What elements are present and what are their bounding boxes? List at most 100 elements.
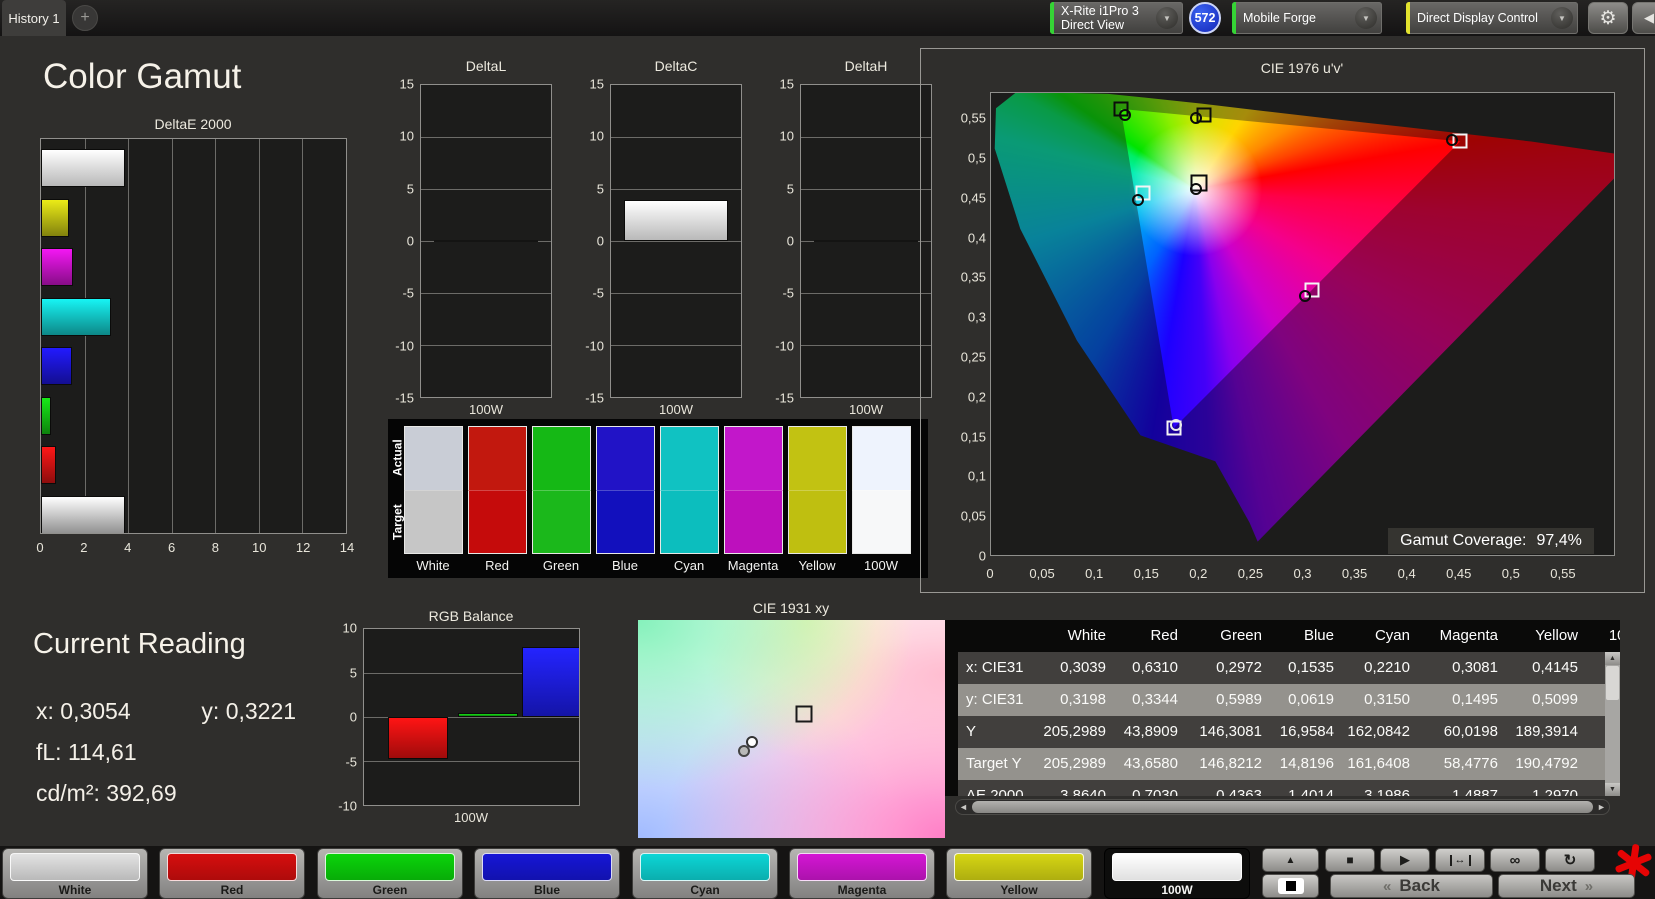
swatch-actual-cyan [660,426,719,490]
deltac-x-label: 100W [659,402,693,417]
rgb-balance-chart-title: RGB Balance [428,608,514,624]
y-tick-label: 0,1 [967,468,986,484]
pattern-tile-blue[interactable]: Blue [474,848,620,899]
x-tick-label: 0,4 [1397,566,1416,581]
row-label: Target Y [966,755,1022,772]
x-tick-label: 6 [167,540,176,555]
reading-cd-line: cd/m²: 392,69 [36,780,177,807]
single-measure-button[interactable]: ↔ [1435,848,1485,872]
x-tick-label: 0,05 [1029,566,1055,581]
gridline [611,241,741,242]
meter-label: Direct Display Control [1417,11,1538,25]
pattern-tile-100w[interactable]: 100W [1104,848,1250,899]
gridline [171,139,173,533]
row-label: ΔE 2000 [966,787,1024,796]
gridline [611,137,741,138]
stop-button[interactable]: ■ [1325,848,1375,872]
y-tick-label: 10 [589,128,604,144]
horizontal-scroll-thumb[interactable] [972,801,1593,813]
pattern-window-button[interactable] [1262,874,1319,898]
meter-dropdown-1[interactable]: Mobile Forge ▼ [1232,2,1382,34]
deltae2000-chart-title: DeltaE 2000 [154,116,232,132]
table-cell: 58,4776 [1443,755,1498,772]
pattern-tile-yellow[interactable]: Yellow [946,848,1092,899]
cie1976-x-axis: 0 0,05 0,1 0,15 0,2 0,25 0,3 0,35 0,4 0,45 0,5 0,55 [986,566,1615,582]
delta-bar [434,240,538,242]
table-cell: 0,3081 [1452,659,1498,676]
actual-target-swatch-strip: Actual Target White Red Green Blue Cyan Magen… [388,419,928,578]
y-tick-label: -15 [395,390,414,406]
measured-marker-cyan [1131,193,1144,206]
de-bar-magenta [41,248,74,286]
vertical-scroll-thumb[interactable] [1606,666,1619,700]
y-tick-label: 0,15 [960,429,986,445]
meter-dropdown-0[interactable]: X-Rite i1Pro 3 Direct View ▼ [1050,2,1183,34]
table-cell: 205,2989 [1043,723,1106,740]
table-cell: 43,6580 [1123,755,1178,772]
chevron-down-icon[interactable]: ▼ [1355,7,1377,29]
table-cell: 1,4887 [1452,787,1498,796]
swatch-actual-magenta [724,426,783,490]
add-tab-button[interactable]: + [72,5,98,31]
pattern-tile-label: 100W [1161,883,1193,897]
table-cell: 0,3198 [1060,691,1106,708]
chevron-down-icon[interactable]: ▼ [1156,7,1178,29]
swatch-target-blue [596,490,655,554]
scroll-left-button[interactable]: ◄ [956,800,971,814]
pattern-color-patch [954,853,1084,881]
column-header-Red: Red [1150,627,1178,644]
pattern-color-patch [640,853,770,881]
x-tick-label: 4 [124,540,132,555]
pattern-tile-red[interactable]: Red [159,848,305,899]
rgb-balance-x-label: 100W [454,810,488,825]
pattern-list-up-button[interactable]: ▲ [1262,848,1319,872]
pattern-tile-cyan[interactable]: Cyan [632,848,778,899]
collapse-panel-button[interactable]: ◀ [1632,2,1655,34]
y-tick-label: 15 [779,76,794,92]
row-label: Y [966,723,977,740]
table-cell: 0,2972 [1216,659,1262,676]
deltal-x-label: 100W [469,402,503,417]
table-vertical-scrollbar[interactable]: ▲ ▼ [1605,652,1620,796]
play-icon: ▶ [1400,852,1410,867]
table-row-y: CIE31: y: CIE31 0,3198 0,3344 0,5989 0,0619 0,3150 0,… [958,684,1620,716]
measured-marker-green [1118,108,1131,121]
scroll-down-button[interactable]: ▼ [1605,783,1620,796]
table-horizontal-scrollbar[interactable]: ◄ ► [955,799,1610,815]
table-cell: 190,4792 [1515,755,1578,772]
pattern-tile-green[interactable]: Green [317,848,463,899]
gridline [258,139,260,533]
reading-cd-label: cd/m²: [36,780,100,806]
pattern-tile-magenta[interactable]: Magenta [789,848,935,899]
swatch-label: Green [542,558,580,573]
continuous-measure-button[interactable]: ∞ [1490,848,1540,872]
target-row-label: Target [390,504,405,540]
pattern-tile-white[interactable]: White [2,848,148,899]
pattern-color-patch [797,853,927,881]
x-tick-label: 0,55 [1550,566,1576,581]
chevron-down-icon[interactable]: ▼ [1551,7,1573,29]
table-cell: 0,3150 [1364,691,1410,708]
tab-history-1[interactable]: History 1 [2,0,66,36]
reading-xy-line: x: 0,3054 y: 0,3221 [36,698,296,725]
meter-dropdown-2[interactable]: Direct Display Control ▼ [1406,2,1578,34]
column-header-Green: Green [1220,627,1262,644]
swatch-label: Red [485,558,509,573]
stop-icon: ■ [1346,853,1354,867]
refresh-button[interactable]: ↻ [1545,848,1595,872]
scroll-right-button[interactable]: ► [1594,800,1609,814]
column-header-Blue: Blue [1303,627,1334,644]
settings-button[interactable]: ⚙ [1588,2,1628,34]
swatch-label: Blue [611,558,639,573]
play-button[interactable]: ▶ [1380,848,1430,872]
next-button[interactable]: Next » [1498,874,1635,898]
y-tick-label: 0,3 [967,309,986,325]
meter-status-strip [1232,2,1236,34]
current-reading-title: Current Reading [33,628,246,660]
table-header-row: White Red Green Blue Cyan Magenta Yellow 100W [945,620,1620,652]
x-tick-label: 0,3 [1293,566,1312,581]
swatch-label: Magenta [727,558,779,573]
gridline [611,345,741,346]
scroll-up-button[interactable]: ▲ [1605,652,1620,665]
back-button[interactable]: « Back [1330,874,1493,898]
